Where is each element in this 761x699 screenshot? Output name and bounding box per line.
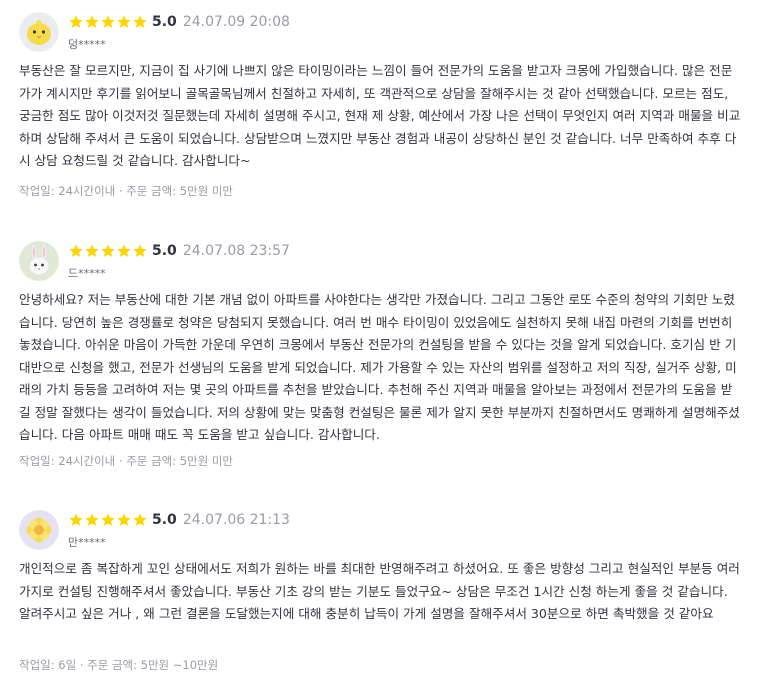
star-icon — [100, 512, 116, 528]
flower-icon — [19, 510, 59, 550]
star-icon — [100, 14, 116, 30]
rating-score: 5.0 — [152, 243, 177, 259]
star-rating — [68, 512, 148, 528]
review-date: 24.07.08 23:57 — [182, 243, 290, 259]
review-info: 작업일: 6일 · 주문 금액: 5만원 ~10만원 — [19, 658, 219, 672]
reviewer-name: 만***** — [68, 536, 106, 549]
star-icon — [84, 14, 100, 30]
chick-icon — [19, 12, 59, 52]
review-item: 5.0 24.07.06 21:13 만***** 개인적으로 좀 복잡하게 꼬… — [0, 498, 761, 688]
avatar[interactable] — [19, 510, 59, 550]
review-item: 5.0 24.07.08 23:57 드***** 안녕하세요? 저는 부동산에… — [0, 229, 761, 474]
review-info: 작업일: 24시간이내 · 주문 금액: 5만원 미만 — [19, 454, 233, 468]
avatar[interactable] — [19, 12, 59, 52]
review-item: 5.0 24.07.09 20:08 덩***** 부동산은 잘 모르지만, 지… — [0, 0, 761, 215]
star-icon — [68, 14, 84, 30]
star-rating — [68, 243, 148, 259]
review-text: 개인적으로 좀 복잡하게 꼬인 상태에서도 저희가 원하는 바를 최대한 반영해… — [19, 561, 740, 621]
rating-score: 5.0 — [152, 512, 177, 528]
star-icon — [132, 512, 148, 528]
review-meta: 5.0 24.07.09 20:08 — [68, 12, 290, 32]
star-icon — [68, 243, 84, 259]
star-icon — [116, 14, 132, 30]
rabbit-icon — [19, 241, 59, 281]
avatar[interactable] — [19, 241, 59, 281]
star-rating — [68, 14, 148, 30]
review-date: 24.07.09 20:08 — [182, 14, 290, 30]
reviewer-name: 드***** — [68, 267, 106, 280]
rating-score: 5.0 — [152, 14, 177, 30]
star-icon — [132, 243, 148, 259]
star-icon — [68, 512, 84, 528]
star-icon — [84, 243, 100, 259]
star-icon — [116, 512, 132, 528]
star-icon — [132, 14, 148, 30]
review-meta: 5.0 24.07.08 23:57 — [68, 241, 290, 261]
star-icon — [116, 243, 132, 259]
review-info: 작업일: 24시간이내 · 주문 금액: 5만원 미만 — [19, 184, 233, 198]
review-text: 부동산은 잘 모르지만, 지금이 집 사기에 나쁘지 않은 타이밍이라는 느낌이… — [19, 63, 741, 168]
star-icon — [100, 243, 116, 259]
reviewer-name: 덩***** — [68, 38, 106, 51]
review-date: 24.07.06 21:13 — [182, 512, 290, 528]
review-text: 안녕하세요? 저는 부동산에 대한 기본 개념 없이 아파트를 사야한다는 생각… — [19, 292, 740, 442]
star-icon — [84, 512, 100, 528]
review-meta: 5.0 24.07.06 21:13 — [68, 510, 290, 530]
